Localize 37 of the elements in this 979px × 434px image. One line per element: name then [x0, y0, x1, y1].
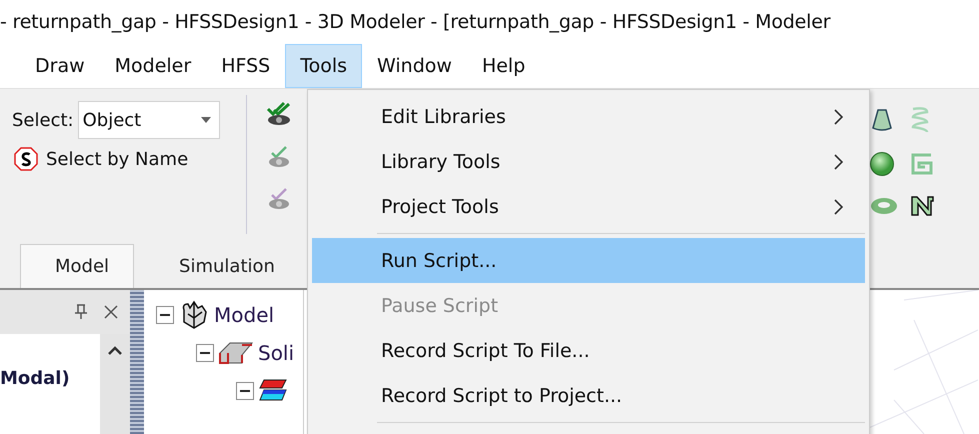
select-dropdown[interactable]: Object — [78, 101, 220, 139]
menu-item[interactable]: Library Tools — [312, 139, 865, 184]
scrollbar[interactable] — [100, 334, 130, 434]
splitter[interactable] — [130, 290, 144, 434]
chevron-right-icon — [834, 198, 843, 214]
tree-item-label[interactable]: Model — [214, 303, 274, 327]
chevron-right-icon — [834, 154, 843, 170]
menu-item[interactable]: Project Tools — [312, 184, 865, 229]
caret-icon — [200, 117, 211, 123]
ribbon-tab[interactable]: Simulation — [144, 244, 300, 288]
expander-icon[interactable] — [236, 382, 254, 400]
expander-icon[interactable] — [156, 306, 174, 324]
project-item-text[interactable]: Modal) — [0, 368, 70, 389]
menu-bar-item[interactable]: Draw — [20, 44, 100, 88]
menu-bar-item[interactable]: Tools — [285, 44, 362, 88]
cone-icon[interactable] — [869, 107, 895, 133]
menu-bar-item[interactable]: Help — [466, 44, 540, 88]
close-icon[interactable] — [104, 305, 118, 319]
select-label: Select: — [12, 110, 74, 130]
tree-item-label[interactable]: Soli — [258, 341, 294, 365]
window-title: - returnpath_gap - HFSSDesign1 - 3D Modeler - [returnpath_gap - HFSSDesign1 - Modeler — [0, 11, 830, 33]
menu-item[interactable]: Record Script to Project... — [312, 373, 865, 418]
chevron-right-icon — [834, 108, 843, 124]
select-by-name-button[interactable]: Select by Name — [12, 147, 188, 171]
stop-sign-icon — [14, 147, 38, 171]
sphere-icon[interactable] — [869, 151, 895, 177]
menu-bar-item[interactable]: Modeler — [100, 44, 206, 88]
expander-icon[interactable] — [196, 344, 214, 362]
menu-item[interactable]: Record Script To File... — [312, 328, 865, 373]
scroll-up-icon[interactable] — [108, 346, 122, 356]
pin-icon[interactable] — [74, 304, 88, 320]
menu-item[interactable]: Edit Libraries — [312, 94, 865, 139]
menu-bar-item[interactable]: Window — [362, 44, 467, 88]
menu-item[interactable]: Run Script... — [312, 238, 865, 283]
ribbon-tab[interactable]: Model — [20, 244, 134, 288]
solid-box-icon — [218, 341, 254, 365]
menu-bar-item[interactable]: HFSS — [206, 44, 286, 88]
